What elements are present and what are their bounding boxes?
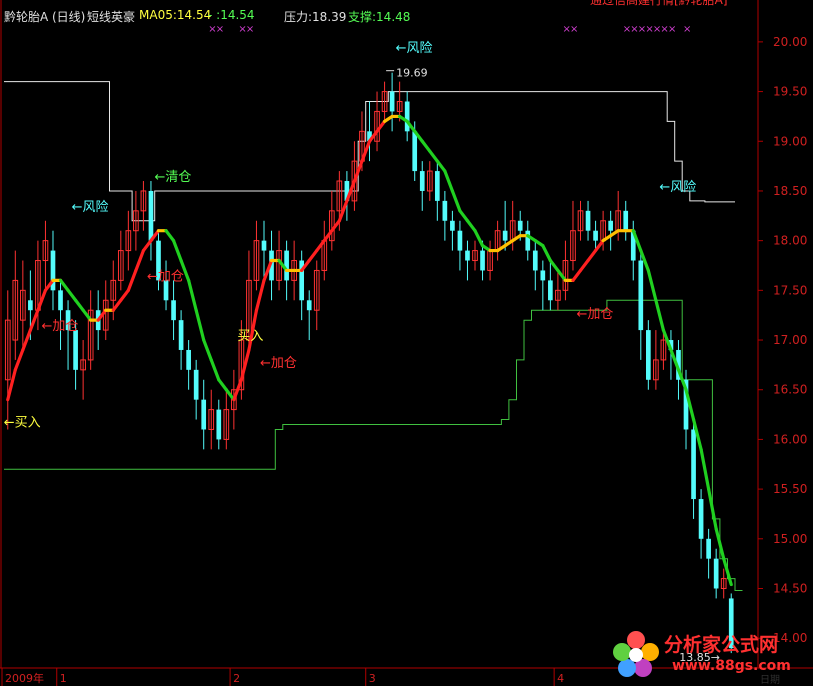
- indicator-name: 短线英豪: [87, 10, 136, 24]
- x-tick-label: 4: [557, 672, 564, 685]
- signal-annotation: ←加仓: [260, 356, 297, 371]
- x-tick-label: 2009年: [5, 671, 44, 685]
- candle-body: [73, 330, 78, 370]
- candlestick-chart[interactable]: 20.00 19.50 19.00 18.50 18.00 17.50 17.00 16.50…: [0, 0, 813, 686]
- y-tick-label: 19.00: [773, 134, 807, 148]
- signal-annotation: ←加仓: [577, 307, 614, 322]
- stock-name: 黔轮胎A: [4, 10, 49, 24]
- brand-name: 分析家公式网: [664, 634, 779, 656]
- period-label: (日线): [52, 10, 86, 24]
- candle: [645, 320, 651, 390]
- y-tick-label: 18.00: [773, 234, 807, 248]
- ma-value: MA05:14.54: [139, 8, 212, 22]
- candle-body: [691, 429, 696, 500]
- candle-body: [434, 171, 440, 201]
- ma-extra-value: - :14.54: [208, 8, 255, 22]
- y-tick-label: 17.50: [773, 283, 807, 297]
- candle-body: [148, 190, 154, 241]
- signal-mark: ×: [570, 24, 578, 35]
- signal-annotation: ←风险: [72, 200, 109, 215]
- candle-body: [517, 220, 523, 231]
- y-tick-label: 15.00: [773, 532, 807, 546]
- candle-body: [193, 369, 199, 400]
- candle-body: [698, 499, 704, 539]
- signal-annotation: 买入: [237, 329, 263, 344]
- candle-body: [450, 220, 455, 231]
- candle-body: [284, 250, 289, 281]
- brand-url: www.88gs.com: [672, 658, 791, 674]
- candle-body: [502, 230, 508, 241]
- y-tick-label: 15.50: [773, 482, 807, 496]
- signal-annotation: ←清仓: [154, 170, 191, 185]
- candle-body: [58, 290, 63, 311]
- candle-body: [532, 250, 538, 271]
- candle-body: [593, 230, 598, 241]
- candle-body: [645, 330, 651, 380]
- candle-body: [540, 270, 546, 281]
- signal-annotation: ←加仓: [147, 269, 184, 284]
- candle-body: [186, 349, 191, 370]
- candle-body: [261, 240, 267, 251]
- candle-body: [548, 280, 553, 301]
- signal-mark: ×: [216, 24, 224, 35]
- signal-mark: ×: [668, 24, 676, 35]
- candle-body: [638, 260, 644, 331]
- signal-annotation: ←风险: [659, 180, 696, 195]
- support-value: 支撑:14.48: [348, 10, 411, 24]
- y-tick-label: 18.50: [773, 184, 807, 198]
- signal-annotation: ←买入: [4, 416, 41, 431]
- candle-body: [465, 250, 470, 261]
- candle-body: [525, 230, 531, 251]
- signal-mark: ×: [683, 24, 691, 35]
- x-tick-label: 2: [233, 672, 240, 685]
- candle-body: [306, 300, 312, 311]
- candle-body: [608, 220, 613, 231]
- candle-body: [404, 101, 410, 132]
- candle-body: [412, 131, 418, 172]
- candle-body: [171, 300, 176, 321]
- candle-body: [389, 91, 395, 112]
- candle-body: [442, 200, 448, 221]
- signal-mark: ×: [246, 24, 254, 35]
- candle-body: [28, 300, 33, 311]
- y-tick-label: 14.50: [773, 581, 807, 595]
- signal-annotation: ←风险: [396, 41, 433, 56]
- y-tick-label: 16.50: [773, 383, 807, 397]
- x-tick-label: 1: [60, 672, 67, 685]
- signal-annotation: ←加仓: [41, 319, 78, 334]
- y-tick-label: 17.00: [773, 333, 807, 347]
- x-tick-label: 3: [369, 672, 376, 685]
- candle-body: [201, 399, 207, 430]
- max-price-label: 19.69: [396, 67, 428, 80]
- candle-body: [178, 320, 184, 350]
- y-tick-label: 16.00: [773, 432, 807, 446]
- watermark: 分析家公式网 www.88gs.com: [612, 628, 808, 682]
- candle-body: [480, 250, 485, 271]
- candle-body: [713, 558, 719, 589]
- top-right-banner: 通过信高建行情[黔轮胎A]: [590, 0, 728, 7]
- candle-body: [706, 538, 711, 559]
- candle-body: [419, 171, 425, 191]
- candle-body: [216, 409, 222, 440]
- candle-body: [457, 230, 463, 251]
- pressure-value: 压力:18.39: [284, 10, 347, 24]
- y-tick-label: 19.50: [773, 85, 807, 99]
- candle-body: [623, 210, 629, 231]
- candle-body: [585, 210, 591, 231]
- flower-logo-icon: [612, 630, 660, 678]
- y-tick-label: 20.00: [773, 35, 807, 49]
